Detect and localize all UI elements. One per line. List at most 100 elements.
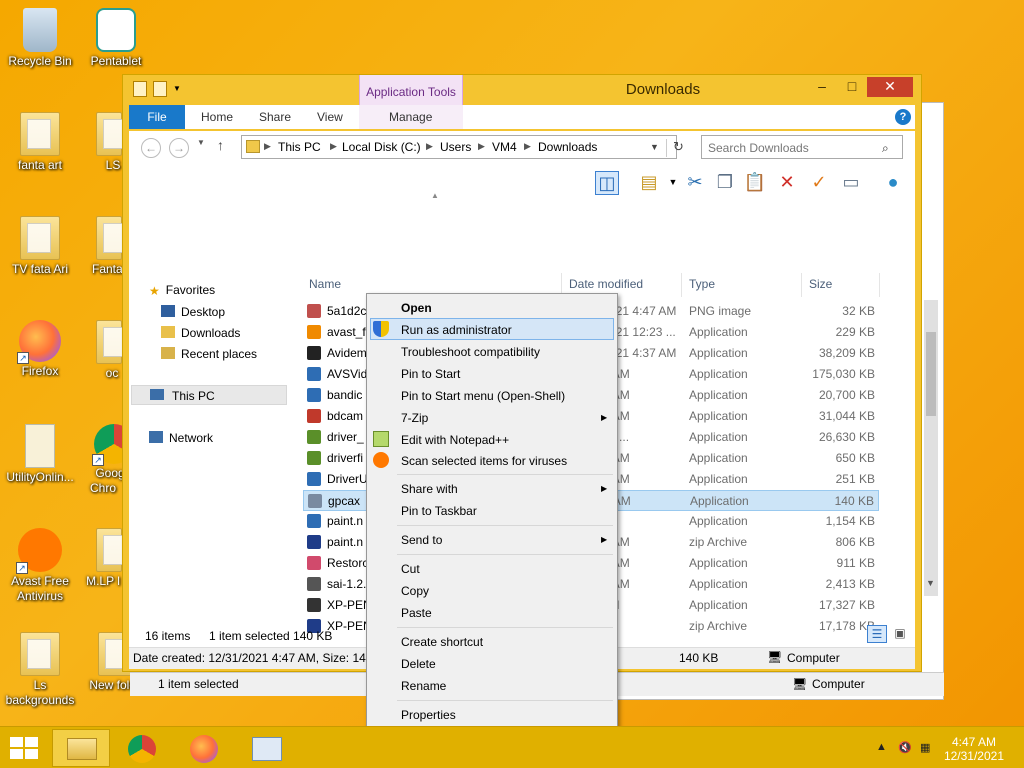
menu-item-troubleshoot-compatibility[interactable]: Troubleshoot compatibility <box>401 345 540 359</box>
nav-recent-places[interactable]: Recent places <box>161 347 257 361</box>
taskbar-file-explorer[interactable] <box>52 729 110 767</box>
large-icons-view-icon[interactable]: ▣ <box>891 625 909 643</box>
desktop-icon-avast[interactable]: ↗ Avast Free Antivirus <box>0 528 80 604</box>
checkmark-icon[interactable]: ✓ <box>807 171 831 195</box>
nav-downloads[interactable]: Downloads <box>161 326 240 340</box>
folder-options-icon[interactable]: ▤ <box>637 171 661 195</box>
menu-item-scan-for-viruses[interactable]: Scan selected items for viruses <box>401 454 567 468</box>
menu-item-edit-with-notepad[interactable]: Edit with Notepad++ <box>401 433 509 447</box>
tab-share[interactable]: Share <box>259 105 291 129</box>
tab-manage[interactable]: Manage <box>389 105 432 129</box>
menu-item-pin-to-start-menu-open-shell[interactable]: Pin to Start menu (Open-Shell) <box>401 389 565 403</box>
up-button[interactable]: ↑ <box>217 137 224 153</box>
file-type: Application <box>690 494 749 508</box>
breadcrumb-users[interactable]: Users <box>440 140 471 154</box>
show-hidden-icons-icon[interactable]: ▲ <box>876 741 887 753</box>
menu-separator <box>397 525 613 526</box>
scroll-down-icon[interactable]: ▼ <box>926 578 935 588</box>
menu-item-open[interactable]: Open <box>401 301 432 315</box>
copy-icon[interactable]: ❐ <box>713 171 737 195</box>
address-dropdown-icon[interactable]: ▼ <box>650 142 659 152</box>
taskbar-firefox[interactable] <box>176 729 234 767</box>
background-scrollbar[interactable] <box>924 300 938 596</box>
desktop-icon-firefox[interactable]: ↗ Firefox <box>0 320 80 379</box>
file-size: 1,154 KB <box>825 514 875 528</box>
desktop-icon-google-chrome[interactable]: ↗ Goog Chro <box>80 424 134 496</box>
properties-icon[interactable] <box>133 81 147 97</box>
column-name[interactable]: Name <box>309 277 341 291</box>
column-size[interactable]: Size <box>809 277 832 291</box>
column-date-modified[interactable]: Date modified <box>569 277 643 291</box>
start-button[interactable] <box>10 737 38 759</box>
menu-item-create-shortcut[interactable]: Create shortcut <box>401 635 483 649</box>
menu-item-cut[interactable]: Cut <box>401 562 420 576</box>
scroll-thumb[interactable] <box>926 332 936 416</box>
menu-item-properties[interactable]: Properties <box>401 708 456 722</box>
menu-item-send-to[interactable]: Send to <box>401 533 442 547</box>
recent-locations-icon[interactable]: ▼ <box>197 138 205 147</box>
desktop-icon-utilityonline[interactable]: UtilityOnlin... <box>0 424 80 485</box>
nav-network[interactable]: Network <box>149 431 213 445</box>
nav-desktop[interactable]: Desktop <box>161 305 225 319</box>
menu-item-paste[interactable]: Paste <box>401 606 432 620</box>
paste-icon[interactable]: 📋 <box>743 171 767 195</box>
desktop-icon-ls[interactable]: LS <box>76 112 127 173</box>
new-folder-icon[interactable] <box>153 81 167 97</box>
refresh-icon[interactable]: ↻ <box>666 139 684 157</box>
desktop-icon-pentablet[interactable]: Pentablet <box>76 8 156 69</box>
nav-favorites[interactable]: ★ Favorites <box>149 283 215 298</box>
nav-this-pc[interactable]: This PC <box>131 385 287 405</box>
desktop-icon-tv-fata-ari[interactable]: TV fata Ari <box>0 216 80 277</box>
desktop-icon-oc[interactable]: oc <box>76 320 127 381</box>
tab-file[interactable]: File <box>129 105 185 129</box>
back-button[interactable]: ← <box>141 138 161 158</box>
cut-icon[interactable]: ✂ <box>683 171 707 195</box>
menu-item-7zip[interactable]: 7-Zip <box>401 411 428 425</box>
options-dropdown-icon[interactable]: ▼ <box>661 171 685 195</box>
desktop-icon-fanta[interactable]: Fanta <box>76 216 127 277</box>
delete-icon[interactable]: ✕ <box>775 171 799 195</box>
desktop-icon-recycle-bin[interactable]: Recycle Bin <box>0 8 80 69</box>
volume-muted-icon[interactable]: 🔇 <box>898 741 912 754</box>
help-icon[interactable]: ? <box>895 109 911 125</box>
taskbar-chrome[interactable] <box>114 729 172 767</box>
minimize-button[interactable]: – <box>807 77 837 97</box>
close-button[interactable]: ✕ <box>867 77 913 97</box>
desktop-icon-mlp[interactable]: M.LP l <box>80 528 127 589</box>
menu-item-pin-to-start[interactable]: Pin to Start <box>401 367 460 381</box>
menu-item-copy[interactable]: Copy <box>401 584 429 598</box>
uac-shield-icon <box>373 321 389 337</box>
network-tray-icon[interactable]: ▦ <box>920 741 930 754</box>
preview-pane-icon[interactable]: ◫ <box>595 171 619 195</box>
title-bar[interactable]: ▼ Application Tools Downloads – □ ✕ <box>123 75 921 105</box>
forward-button[interactable]: → <box>169 138 189 158</box>
search-box[interactable]: Search Downloads ⌕ <box>701 135 903 159</box>
file-name: bdcam <box>327 409 364 423</box>
globe-icon[interactable]: ● <box>881 171 905 195</box>
column-divider <box>681 273 682 297</box>
menu-item-run-as-administrator[interactable]: Run as administrator <box>401 323 512 337</box>
breadcrumb-downloads[interactable]: Downloads <box>538 140 597 154</box>
tab-home[interactable]: Home <box>201 105 233 129</box>
address-bar[interactable]: ▶ This PC ▶ Local Disk (C:) ▶ Users ▶ VM… <box>241 135 684 159</box>
column-type[interactable]: Type <box>689 277 715 291</box>
breadcrumb-this-pc[interactable]: This PC <box>278 140 321 154</box>
menu-item-share-with[interactable]: Share with <box>401 482 458 496</box>
file-icon <box>307 472 321 486</box>
file-icon <box>25 424 55 468</box>
menu-item-rename[interactable]: Rename <box>401 679 446 693</box>
menu-item-pin-to-taskbar[interactable]: Pin to Taskbar <box>401 504 477 518</box>
clock[interactable]: 4:47 AM 12/31/2021 <box>944 735 1004 763</box>
desktop-icon-fanta-art[interactable]: fanta art <box>0 112 80 173</box>
breadcrumb-local-disk[interactable]: Local Disk (C:) <box>342 140 421 154</box>
file-size: 17,327 KB <box>818 598 875 612</box>
menu-item-delete[interactable]: Delete <box>401 657 436 671</box>
maximize-button[interactable]: □ <box>837 77 867 97</box>
desktop-icon-ls-backgrounds[interactable]: Ls backgrounds <box>0 632 80 708</box>
breadcrumb-vm4[interactable]: VM4 <box>492 140 517 154</box>
tab-view[interactable]: View <box>317 105 343 129</box>
rename-icon[interactable]: ▭ <box>839 171 863 195</box>
details-view-icon[interactable]: ☰ <box>867 625 887 643</box>
qat-dropdown-icon[interactable]: ▼ <box>173 81 183 97</box>
taskbar-control-panel[interactable] <box>238 729 296 767</box>
